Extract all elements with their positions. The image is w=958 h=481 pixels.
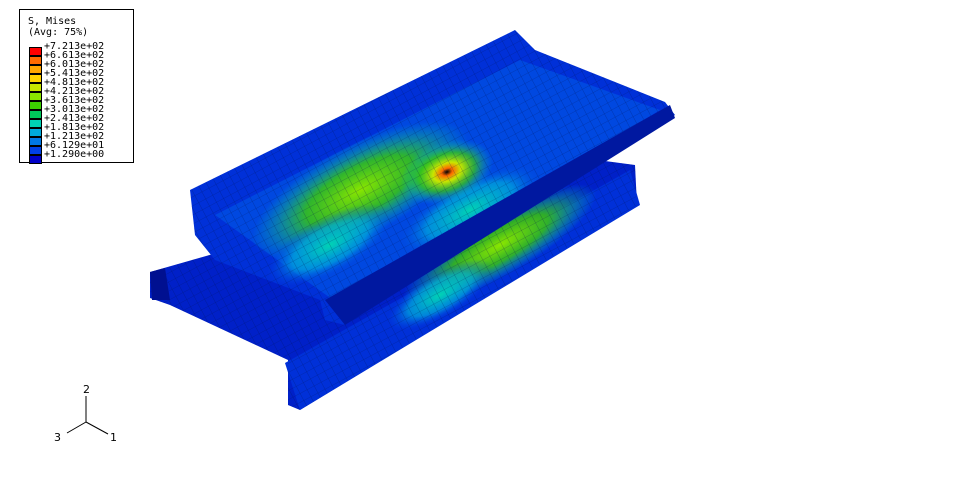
legend-value: +1.290e+00 xyxy=(44,149,105,160)
legend-swatch xyxy=(29,56,42,65)
legend-swatch xyxy=(29,83,42,92)
legend-swatch xyxy=(29,146,42,155)
legend-swatch xyxy=(29,47,42,56)
legend-subtitle: (Avg: 75%) xyxy=(28,27,89,38)
legend-color-bar xyxy=(29,47,42,164)
triad-axis-3-label: 3 xyxy=(54,431,61,444)
legend-swatch xyxy=(29,74,42,83)
legend-swatch xyxy=(29,128,42,137)
legend-swatch xyxy=(29,155,42,164)
legend-swatch xyxy=(29,65,42,74)
triad-axis-2-label: 2 xyxy=(83,383,90,396)
legend-swatch xyxy=(29,110,42,119)
axis-triad: 2 3 1 xyxy=(40,378,130,458)
model-viewport[interactable] xyxy=(0,0,958,481)
contour-legend: S, Mises (Avg: 75%) +7.213e+02 +6.613e+02… xyxy=(19,9,134,164)
legend-swatch xyxy=(29,137,42,146)
legend-swatch xyxy=(29,101,42,110)
legend-swatch xyxy=(29,119,42,128)
legend-swatch xyxy=(29,92,42,101)
triad-axis-1-label: 1 xyxy=(110,431,117,444)
legend-value-list: +7.213e+02 +6.613e+02 +6.013e+02 +5.413e+02… xyxy=(44,42,105,160)
legend-title: S, Mises xyxy=(28,16,77,27)
